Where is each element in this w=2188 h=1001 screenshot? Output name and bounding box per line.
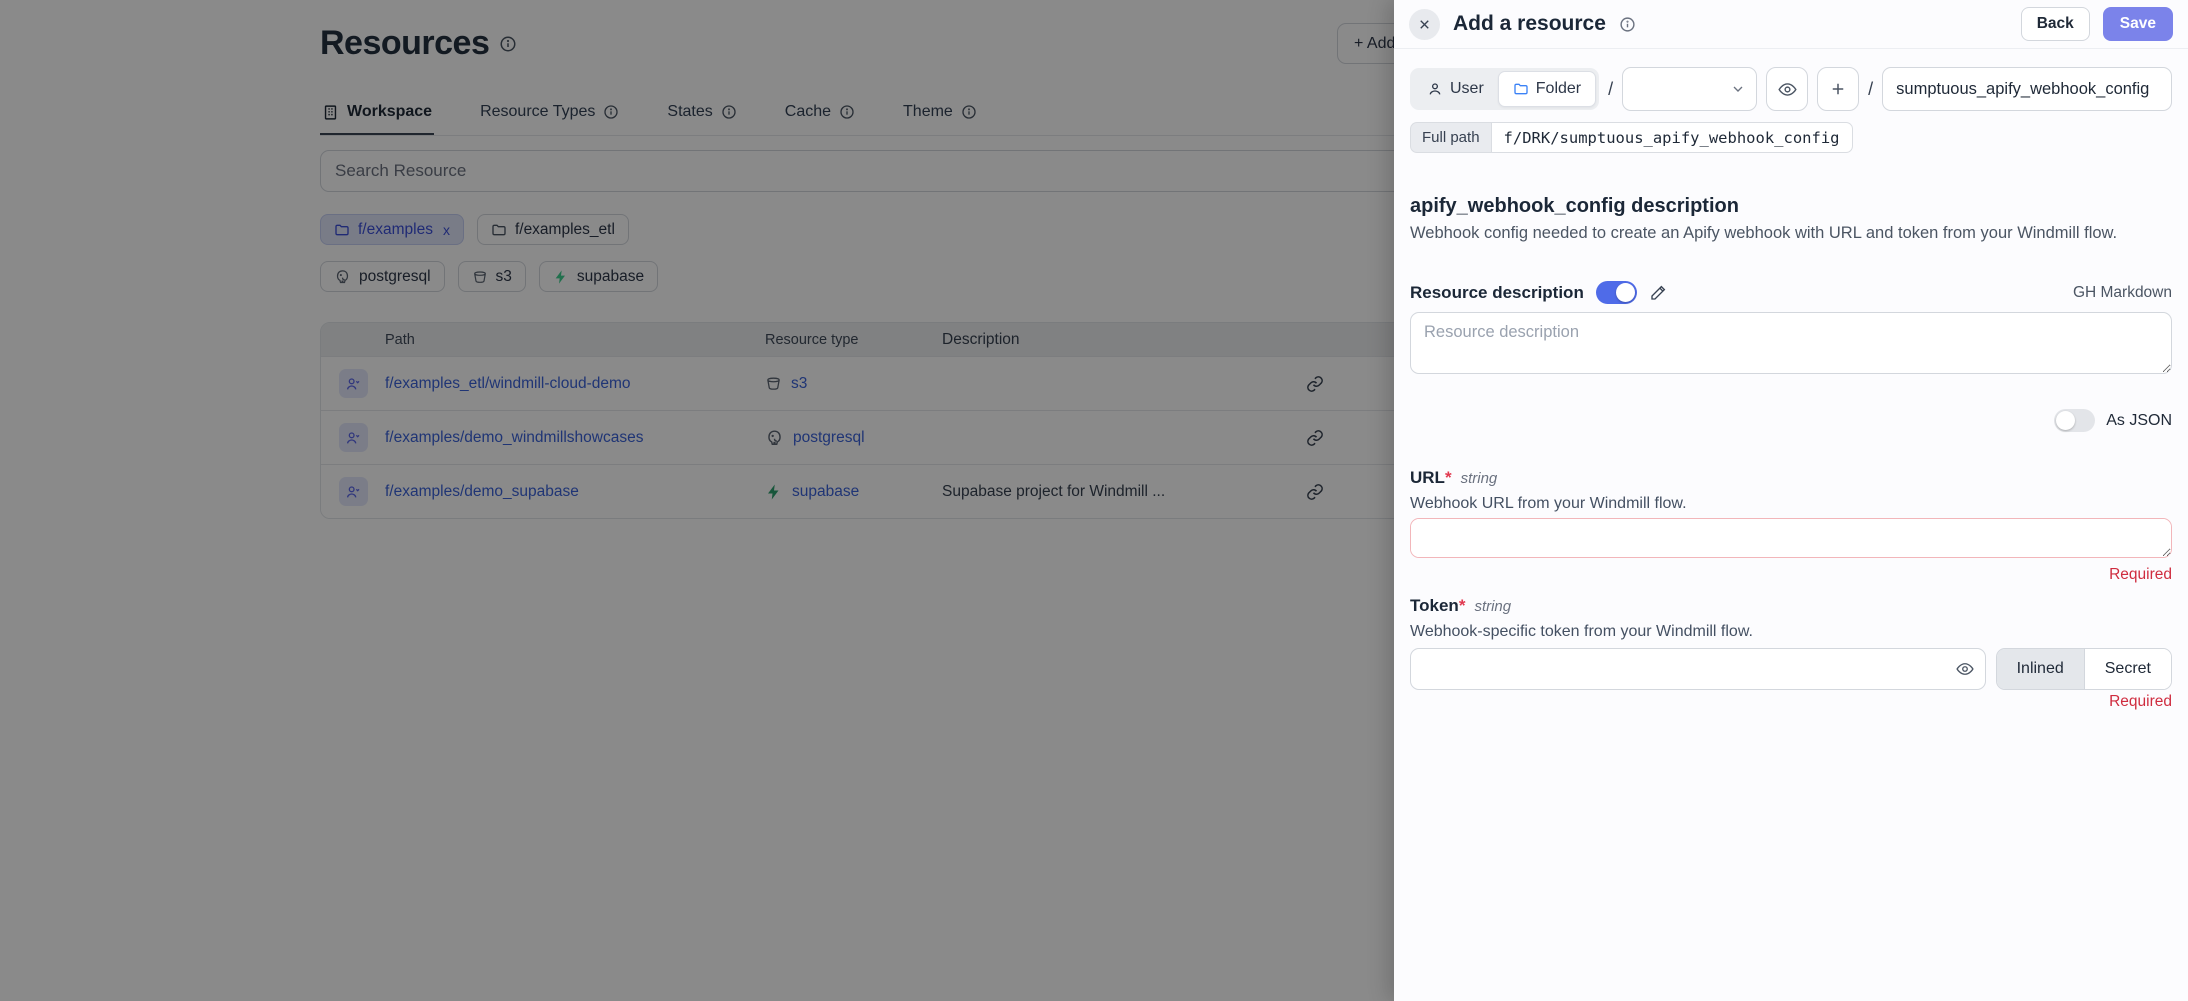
close-button[interactable] <box>1409 9 1440 40</box>
chevron-down-icon <box>1730 81 1746 97</box>
url-field-type: string <box>1461 470 1498 487</box>
owner-folder-label: Folder <box>1536 80 1581 98</box>
drawer-title: Add a resource <box>1453 12 1606 36</box>
eye-icon <box>1778 80 1797 99</box>
full-path-label: Full path <box>1410 122 1491 153</box>
owner-user-option[interactable]: User <box>1413 71 1498 107</box>
resource-type-description: Webhook config needed to create an Apify… <box>1410 224 2172 243</box>
url-input[interactable] <box>1410 518 2172 558</box>
token-input[interactable] <box>1410 648 1986 690</box>
save-button[interactable]: Save <box>2103 7 2173 41</box>
resource-description-label: Resource description <box>1410 283 1584 303</box>
token-field-label: Token* <box>1410 596 1465 616</box>
token-field-type: string <box>1474 598 1511 615</box>
description-editor-toggle[interactable] <box>1596 281 1637 304</box>
resource-type-heading: apify_webhook_config description <box>1410 195 2172 218</box>
plus-icon <box>1829 80 1847 98</box>
info-icon <box>1619 16 1636 33</box>
as-json-toggle[interactable] <box>2054 409 2095 432</box>
token-required-message: Required <box>1410 693 2172 711</box>
path-separator: / <box>1608 79 1613 100</box>
new-folder-button[interactable] <box>1817 67 1859 111</box>
owner-user-label: User <box>1450 80 1484 98</box>
url-field-help: Webhook URL from your Windmill flow. <box>1410 495 2172 513</box>
path-separator: / <box>1868 79 1873 100</box>
pencil-icon[interactable] <box>1649 284 1667 302</box>
owner-kind-toggle: User Folder <box>1410 68 1599 110</box>
add-resource-drawer: Add a resource Back Save User Fold <box>1394 0 2188 1001</box>
eye-icon[interactable] <box>1956 660 1974 678</box>
folder-select[interactable] <box>1622 67 1757 111</box>
token-inlined-option[interactable]: Inlined <box>1997 649 2084 689</box>
full-path-value: f/DRK/sumptuous_apify_webhook_config <box>1491 122 1853 153</box>
user-icon <box>1427 81 1443 97</box>
owner-folder-option[interactable]: Folder <box>1498 71 1596 107</box>
url-required-message: Required <box>1410 566 2172 584</box>
back-button[interactable]: Back <box>2021 7 2090 41</box>
required-asterisk: * <box>1459 596 1466 615</box>
resource-description-textarea[interactable] <box>1410 312 2172 374</box>
token-mode-toggle: Inlined Secret <box>1996 648 2172 690</box>
folder-icon <box>1513 81 1529 97</box>
required-asterisk: * <box>1445 468 1452 487</box>
gh-markdown-label: GH Markdown <box>2073 284 2172 302</box>
token-secret-option[interactable]: Secret <box>2084 649 2171 689</box>
view-folder-button[interactable] <box>1766 67 1808 111</box>
token-field-help: Webhook-specific token from your Windmil… <box>1410 623 2172 641</box>
resource-name-input[interactable] <box>1882 67 2172 111</box>
as-json-label: As JSON <box>2106 412 2172 430</box>
url-field-label: URL* <box>1410 468 1452 488</box>
